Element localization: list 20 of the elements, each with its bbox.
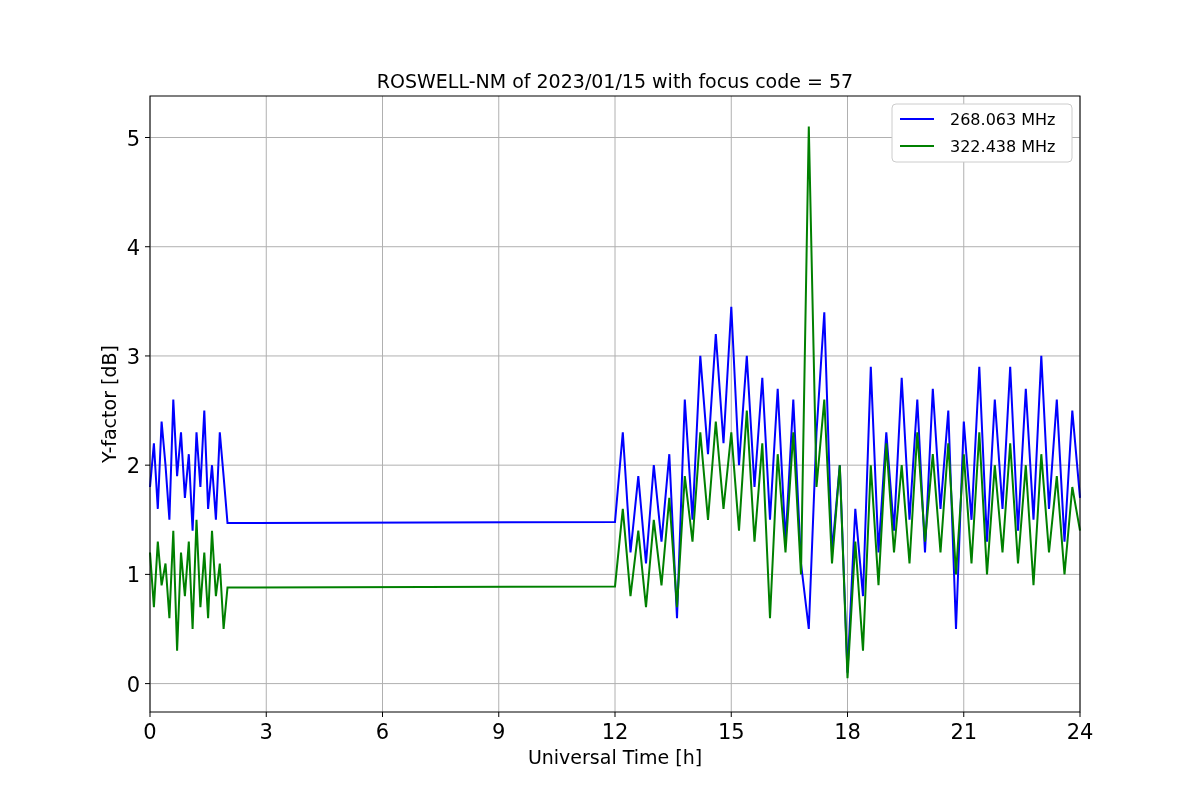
chart-title: ROSWELL-NM of 2023/01/15 with focus code = 57 — [376, 70, 854, 92]
tick-label: 5 — [126, 126, 140, 151]
tick-label: 18 — [834, 720, 861, 744]
tick-label: 2 — [126, 454, 140, 479]
tick-label: 3 — [126, 344, 140, 369]
tick-label: 15 — [717, 720, 745, 744]
axis-title: Y-factor [dB] — [98, 345, 120, 463]
tick-label: 0 — [126, 672, 140, 697]
tick-label: 9 — [492, 720, 506, 744]
tick-label: 6 — [375, 720, 390, 744]
axis-title: Universal Time [h] — [527, 746, 703, 768]
legend-label: 268.063 MHz — [950, 110, 1056, 129]
tick-label: 24 — [1066, 720, 1094, 744]
tick-label: 12 — [601, 720, 629, 744]
tick-label: 0 — [143, 720, 157, 744]
tick-label: 21 — [950, 720, 978, 744]
legend-label: 322.438 MHz — [950, 137, 1056, 156]
tick-label: 3 — [259, 720, 273, 744]
tick-label: 4 — [126, 235, 140, 260]
tick-label: 1 — [126, 563, 140, 588]
